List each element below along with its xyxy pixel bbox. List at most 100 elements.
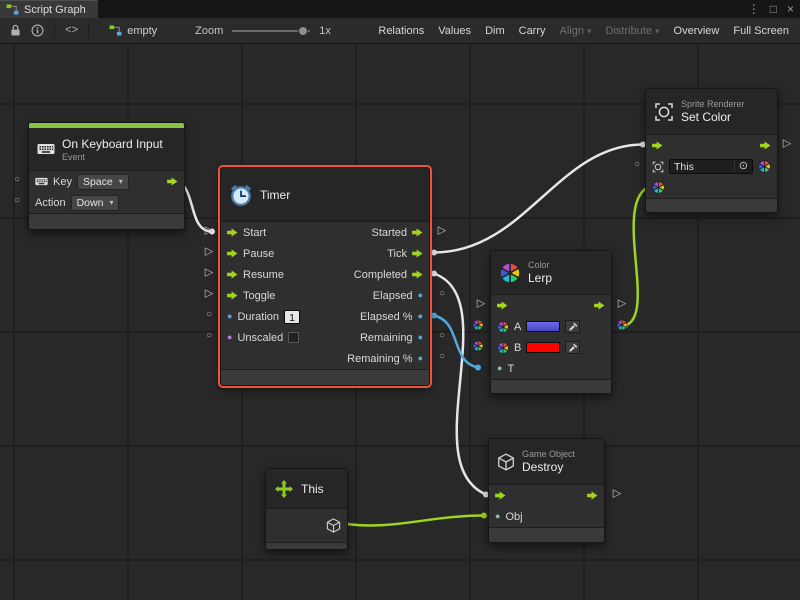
value-out-port-icon[interactable]: ● bbox=[418, 333, 423, 342]
duration-input[interactable]: 1 bbox=[284, 310, 300, 324]
node-on-keyboard-input[interactable]: On Keyboard Input Event Key Space ▾ Acti bbox=[28, 122, 185, 230]
flow-port-icon[interactable]: ▷ bbox=[205, 268, 213, 279]
color-wheel-port-icon[interactable] bbox=[617, 320, 628, 331]
relations-button[interactable]: Relations bbox=[371, 18, 431, 44]
node-header[interactable]: On Keyboard Input Event bbox=[29, 128, 184, 171]
dim-button[interactable]: Dim bbox=[478, 18, 512, 44]
graph-asset-icon bbox=[109, 25, 122, 36]
value-port-icon[interactable]: ○ bbox=[206, 310, 212, 320]
flow-port-icon[interactable]: ▷ bbox=[205, 226, 213, 237]
window-menu-icon[interactable]: ⋮ bbox=[748, 0, 760, 18]
flow-in-port-icon[interactable] bbox=[495, 491, 506, 500]
graph-asset-breadcrumb[interactable]: empty bbox=[109, 25, 157, 37]
flow-port-icon[interactable]: ▷ bbox=[618, 299, 626, 310]
color-wheel-out-port-icon[interactable] bbox=[758, 160, 771, 173]
node-footer bbox=[29, 213, 184, 229]
flow-in-port-icon[interactable] bbox=[652, 141, 663, 150]
flow-in-port-icon[interactable] bbox=[227, 228, 238, 237]
flow-out-port-icon[interactable] bbox=[594, 301, 605, 310]
carry-button[interactable]: Carry bbox=[512, 18, 553, 44]
color-a-swatch[interactable] bbox=[526, 321, 560, 332]
value-port-icon[interactable]: ○ bbox=[14, 175, 20, 185]
zoom-slider[interactable] bbox=[232, 30, 310, 32]
info-button[interactable] bbox=[26, 20, 48, 42]
node-destroy[interactable]: Game Object Destroy ●Obj bbox=[488, 438, 605, 543]
keyboard-icon bbox=[35, 177, 48, 186]
flow-out-port-icon[interactable] bbox=[587, 491, 598, 500]
value-in-port-icon[interactable]: ● bbox=[497, 364, 502, 373]
node-this[interactable]: This bbox=[265, 468, 348, 550]
value-port-icon[interactable]: ○ bbox=[439, 352, 445, 362]
gameobject-cube-icon bbox=[497, 453, 515, 471]
flow-out-port-icon[interactable] bbox=[412, 249, 423, 258]
color-b-swatch[interactable] bbox=[526, 342, 560, 353]
graph-canvas[interactable]: On Keyboard Input Event Key Space ▾ Acti bbox=[0, 44, 800, 600]
node-header[interactable]: Game Object Destroy bbox=[489, 439, 604, 485]
value-out-port-icon[interactable]: ● bbox=[418, 354, 423, 363]
lock-button[interactable] bbox=[4, 20, 26, 42]
flow-port-icon[interactable]: ▷ bbox=[205, 289, 213, 300]
values-button[interactable]: Values bbox=[431, 18, 478, 44]
flow-in-port-icon[interactable] bbox=[497, 301, 508, 310]
node-set-color[interactable]: Sprite Renderer Set Color This ⊙ bbox=[645, 88, 778, 213]
node-header[interactable]: This bbox=[266, 469, 347, 509]
flow-in-port-icon[interactable] bbox=[227, 291, 238, 300]
flow-port-icon[interactable]: ▷ bbox=[613, 489, 621, 500]
chevron-down-icon: ▾ bbox=[109, 198, 113, 207]
color-wheel-port-icon[interactable] bbox=[473, 320, 484, 331]
node-timer[interactable]: Timer Start Started Pause Tick Resume Co… bbox=[220, 167, 430, 386]
flow-out-port-icon[interactable] bbox=[760, 141, 771, 150]
node-color-lerp[interactable]: Color Lerp A B bbox=[490, 250, 612, 394]
close-icon[interactable]: × bbox=[787, 0, 794, 18]
tab-script-graph[interactable]: Script Graph bbox=[0, 0, 98, 18]
value-port-icon[interactable]: ○ bbox=[634, 160, 640, 170]
object-picker-icon[interactable]: ⊙ bbox=[734, 161, 748, 172]
wire-this-to-destroy-obj[interactable] bbox=[346, 516, 484, 526]
flow-in-port-icon[interactable] bbox=[227, 249, 238, 258]
unscaled-checkbox[interactable] bbox=[288, 332, 299, 343]
value-out-port-icon[interactable]: ● bbox=[418, 312, 423, 321]
flow-port-icon[interactable]: ▷ bbox=[477, 299, 485, 310]
flow-out-port-icon[interactable] bbox=[412, 270, 423, 279]
flow-port-icon[interactable]: ▷ bbox=[783, 139, 791, 150]
align-button[interactable]: Align▾ bbox=[553, 18, 599, 44]
node-header[interactable]: Sprite Renderer Set Color bbox=[646, 89, 777, 135]
value-port-icon[interactable]: ○ bbox=[439, 331, 445, 341]
value-port-icon[interactable]: ○ bbox=[206, 331, 212, 341]
fullscreen-button[interactable]: Full Screen bbox=[726, 18, 796, 44]
zoom-slider-handle[interactable] bbox=[298, 26, 308, 36]
eyedropper-button[interactable] bbox=[565, 320, 580, 333]
flow-port-icon[interactable]: ▷ bbox=[438, 226, 446, 237]
node-header[interactable]: Color Lerp bbox=[491, 251, 611, 295]
node-title: Set Color bbox=[681, 110, 745, 124]
flow-in-port-icon[interactable] bbox=[227, 270, 238, 279]
value-port-icon[interactable]: ○ bbox=[439, 289, 445, 299]
value-out-port-icon[interactable]: ● bbox=[418, 291, 423, 300]
code-view-button[interactable]: <> bbox=[61, 25, 82, 37]
value-in-port-icon[interactable]: ● bbox=[227, 312, 232, 321]
flow-out-port-icon[interactable] bbox=[412, 228, 423, 237]
lerp-t-label: T bbox=[507, 363, 514, 375]
node-header[interactable]: Timer bbox=[221, 168, 429, 222]
wire-timer-tick-to-setcolor[interactable] bbox=[434, 145, 643, 253]
value-in-port-icon[interactable]: ● bbox=[495, 512, 500, 521]
value-port-icon[interactable]: ○ bbox=[14, 196, 20, 206]
overview-button[interactable]: Overview bbox=[667, 18, 727, 44]
tab-title: Script Graph bbox=[24, 4, 86, 16]
action-dropdown[interactable]: Down ▾ bbox=[71, 195, 120, 211]
eyedropper-button[interactable] bbox=[565, 341, 580, 354]
unity-script-graph-window: Script Graph ⋮ □ × <> empty Zoom 1x Rela… bbox=[0, 0, 800, 600]
value-in-port-icon[interactable]: ● bbox=[227, 333, 232, 342]
flow-out-port-icon[interactable] bbox=[167, 177, 178, 186]
eyedropper-icon bbox=[568, 322, 578, 332]
move-crosshair-icon bbox=[274, 479, 294, 499]
color-wheel-in-port-icon[interactable] bbox=[652, 181, 665, 194]
node-footer bbox=[221, 369, 429, 385]
distribute-button[interactable]: Distribute▾ bbox=[599, 18, 667, 44]
gameobject-out-port-icon[interactable] bbox=[326, 518, 341, 533]
flow-port-icon[interactable]: ▷ bbox=[205, 247, 213, 258]
maximize-icon[interactable]: □ bbox=[770, 0, 777, 18]
key-dropdown[interactable]: Space ▾ bbox=[77, 174, 129, 190]
color-wheel-port-icon[interactable] bbox=[473, 341, 484, 352]
target-object-field[interactable]: This ⊙ bbox=[669, 159, 753, 174]
